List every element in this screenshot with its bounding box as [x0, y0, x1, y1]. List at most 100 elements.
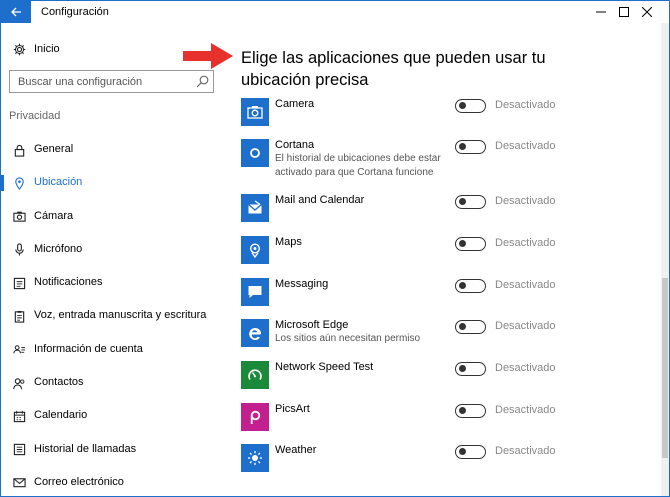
toggle-state-label: Desactivado [495, 362, 556, 374]
camera-app-icon [241, 98, 269, 126]
toggle-state-label: Desactivado [495, 195, 556, 207]
edge-location-toggle[interactable] [455, 320, 486, 334]
sidebar-item-location[interactable]: Ubicación [1, 166, 223, 199]
toggle-knob [458, 448, 466, 455]
sidebar-item-calendar[interactable]: Calendario [1, 399, 223, 432]
sidebar-item-label: Cámara [34, 209, 74, 222]
toggle-state-label: Desactivado [495, 99, 556, 111]
mail-icon [241, 194, 269, 222]
sidebar-item-label: Micrófono [34, 242, 83, 255]
location-icon [12, 176, 26, 190]
sidebar-item-contacts[interactable]: Contactos [1, 366, 223, 399]
contacts-icon [12, 376, 26, 390]
edge-icon [241, 319, 269, 347]
toggle-knob [458, 323, 466, 330]
camera-location-toggle[interactable] [455, 99, 486, 113]
main-content: Elige las aplicaciones que pueden usar t… [183, 23, 669, 496]
toggle-knob [458, 365, 466, 372]
sidebar-item-email[interactable]: Correo electrónico [1, 466, 223, 496]
app-name: PicsArt [275, 403, 310, 415]
app-name: Cortana [275, 139, 315, 151]
settings-window: Configuración Inicio Privacidad [0, 0, 670, 497]
app-description: Los sitios aún necesitan permiso [275, 333, 421, 344]
sidebar-item-label: Ubicación [34, 176, 83, 189]
section-title: Privacidad [9, 110, 61, 122]
app-name: Maps [275, 236, 302, 248]
sidebar-item-call-history[interactable]: Historial de llamadas [1, 433, 223, 466]
messaging-location-toggle[interactable] [455, 279, 486, 293]
app-name: Microsoft Edge [275, 319, 349, 331]
sidebar-item-microphone[interactable]: Micrófono [1, 233, 223, 266]
toggle-state-label: Desactivado [495, 404, 556, 416]
toggle-knob [458, 198, 466, 205]
window-title: Configuración [41, 6, 109, 18]
weather-location-toggle[interactable] [455, 445, 486, 459]
camera-icon [12, 210, 26, 224]
close-button[interactable] [624, 1, 669, 23]
sidebar-item-label: Correo electrónico [34, 475, 124, 488]
toggle-knob [458, 240, 466, 247]
app-name: Messaging [275, 278, 329, 290]
red-arrow-annotation [183, 43, 233, 69]
toggle-knob [458, 407, 466, 414]
weather-icon [241, 444, 269, 472]
toggle-state-label: Desactivado [495, 445, 556, 457]
active-indicator [1, 175, 4, 192]
microphone-icon [12, 243, 26, 257]
toggle-knob [458, 143, 466, 150]
sidebar-item-label: Calendario [34, 409, 88, 422]
sidebar-item-camera[interactable]: Cámara [1, 200, 223, 233]
app-name: Camera [275, 98, 315, 110]
back-button[interactable] [1, 1, 31, 23]
picsart-icon [241, 403, 269, 431]
scrollbar-thumb[interactable] [662, 278, 668, 458]
picsart-location-toggle[interactable] [455, 404, 486, 418]
app-description: El historial de ubicaciones debe estar a… [275, 153, 441, 178]
sidebar-item-label: Notificaciones [34, 276, 103, 289]
page-heading: Elige las aplicaciones que pueden usar t… [241, 49, 546, 89]
sidebar-item-label: Historial de llamadas [34, 442, 137, 455]
sidebar-item-label: Inicio [34, 43, 60, 55]
network-speed-test-location-toggle[interactable] [455, 362, 486, 376]
calendar-icon [12, 409, 26, 423]
cortana-location-toggle[interactable] [455, 140, 486, 154]
toggle-state-label: Desactivado [495, 279, 556, 291]
title-bar: Configuración [1, 1, 669, 23]
clipboard-icon [12, 309, 26, 323]
toggle-state-label: Desactivado [495, 320, 556, 332]
gear-icon [12, 42, 26, 56]
cortana-icon [241, 139, 269, 167]
toggle-state-label: Desactivado [495, 140, 556, 152]
maps-icon [241, 236, 269, 264]
search-icon[interactable] [196, 75, 209, 88]
sidebar-item-label: Información de cuenta [34, 342, 143, 355]
sidebar-item-account-info[interactable]: Información de cuenta [1, 333, 223, 366]
search-input[interactable] [10, 71, 190, 92]
sidebar-item-label: Voz, entrada manuscrita y escritura [34, 309, 207, 322]
sidebar: Inicio Privacidad General Ubicación Cáma… [1, 23, 223, 496]
toggle-state-label: Desactivado [495, 237, 556, 249]
app-name: Mail and Calendar [275, 194, 365, 206]
app-name: Network Speed Test [275, 361, 374, 373]
sidebar-item-general[interactable]: General [1, 133, 223, 166]
sidebar-item-label: Contactos [34, 376, 84, 389]
app-name: Weather [275, 444, 317, 456]
close-icon [641, 7, 652, 17]
search-box [9, 70, 214, 93]
speedtest-icon [241, 361, 269, 389]
maps-location-toggle[interactable] [455, 237, 486, 251]
email-icon [12, 476, 26, 490]
sidebar-item-speech[interactable]: Voz, entrada manuscrita y escritura [1, 299, 223, 332]
sidebar-item-notifications[interactable]: Notificaciones [1, 266, 223, 299]
toggle-knob [458, 282, 466, 289]
messaging-icon [241, 278, 269, 306]
call-history-icon [12, 443, 26, 457]
toggle-knob [458, 102, 466, 109]
scrollbar[interactable] [661, 23, 669, 496]
mail-calendar-location-toggle[interactable] [455, 195, 486, 209]
sidebar-nav: General Ubicación Cámara Micrófono Notif… [1, 133, 223, 496]
sidebar-item-label: General [34, 143, 74, 155]
arrow-left-icon [11, 7, 21, 17]
notifications-icon [12, 276, 26, 290]
lock-icon [12, 143, 26, 157]
